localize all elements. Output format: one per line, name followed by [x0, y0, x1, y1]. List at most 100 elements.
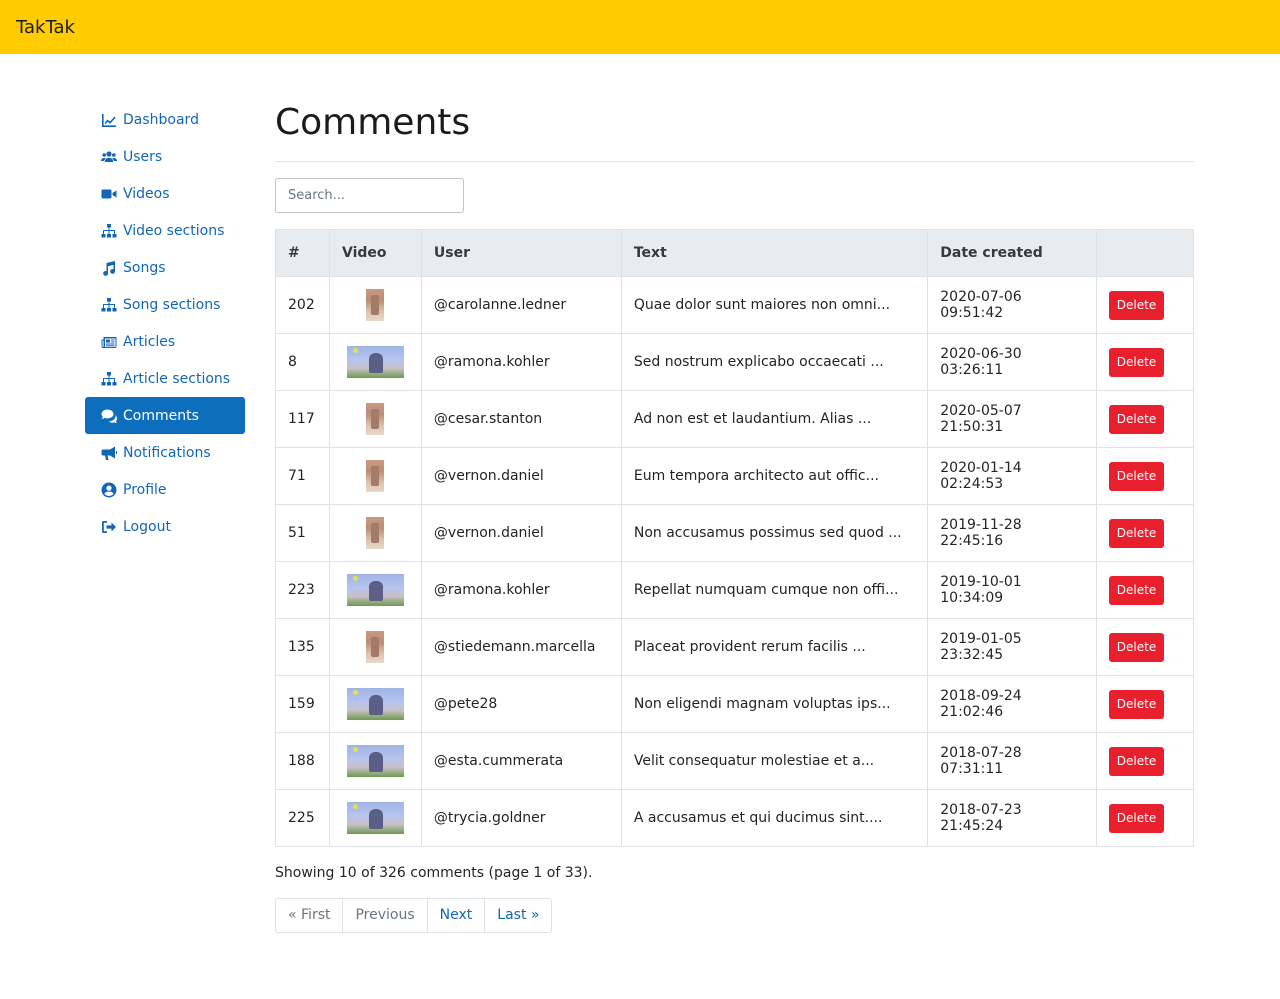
sidebar-item-profile[interactable]: Profile — [85, 471, 245, 508]
delete-button[interactable]: Delete — [1109, 347, 1165, 377]
sidebar-item-notifications[interactable]: Notifications — [85, 434, 245, 471]
sidebar-item-dashboard[interactable]: Dashboard — [85, 101, 245, 138]
sitemap-icon — [101, 371, 121, 387]
table-row: 188 @esta.cummerata Velit consequatur mole… — [275, 732, 1194, 790]
column-header-id: # — [275, 229, 330, 277]
sidebar-item-label: Users — [123, 148, 163, 165]
sidebar-item-video-sections[interactable]: Video sections — [85, 212, 245, 249]
app-brand[interactable]: TakTak — [16, 17, 75, 38]
sidebar-item-articles[interactable]: Articles — [85, 323, 245, 360]
video-thumbnail-cell — [328, 732, 422, 790]
comment-text-cell: Velit consequatur molestiae et a... — [620, 732, 929, 790]
table-row: 223 @ramona.kohler Repellat numquam cumque… — [275, 561, 1194, 619]
user-cell: @stiedemann.marcella — [420, 618, 622, 676]
video-thumbnail-cell — [328, 561, 422, 619]
user-cell: @vernon.daniel — [420, 504, 622, 562]
actions-cell: Delete — [1096, 447, 1194, 505]
table-row: 71 @vernon.daniel Eum tempora architecto a… — [275, 447, 1194, 505]
video-thumbnail-cell — [328, 447, 422, 505]
comment-id-cell: 223 — [275, 561, 330, 619]
video-thumbnail[interactable] — [366, 631, 385, 663]
sidebar-item-label: Article sections — [123, 370, 231, 387]
video-thumbnail-cell — [328, 333, 422, 391]
sidebar-item-logout[interactable]: Logout — [85, 508, 245, 545]
sidebar-item-videos[interactable]: Videos — [85, 175, 245, 212]
sidebar-item-songs[interactable]: Songs — [85, 249, 245, 286]
video-thumbnail[interactable] — [346, 688, 404, 720]
video-thumbnail[interactable] — [366, 403, 385, 435]
comment-id-cell: 8 — [275, 333, 330, 391]
actions-cell: Delete — [1096, 276, 1194, 334]
table-row: 8 @ramona.kohler Sed nostrum explicabo occ… — [275, 333, 1194, 391]
video-thumbnail[interactable] — [346, 802, 404, 834]
comment-id-cell: 159 — [275, 675, 330, 733]
column-header-user: User — [420, 229, 622, 277]
video-thumbnail-cell — [328, 789, 422, 847]
bullhorn-icon — [101, 445, 121, 461]
top-bar: TakTak — [0, 0, 1280, 54]
pagination-last[interactable]: Last » — [484, 899, 551, 932]
user-cell: @cesar.stanton — [420, 390, 622, 448]
table-row: 135 @stiedemann.marcella Placeat provident… — [275, 618, 1194, 676]
delete-button[interactable]: Delete — [1109, 290, 1165, 320]
delete-button[interactable]: Delete — [1109, 689, 1165, 719]
pagination: « First Previous Next Last » — [275, 898, 553, 933]
date-created-cell: 2020-07-06 09:51:42 — [927, 276, 1098, 334]
comment-text-cell: Placeat provident rerum facilis ... — [620, 618, 929, 676]
comments-icon — [101, 408, 121, 424]
actions-cell: Delete — [1096, 390, 1194, 448]
comment-id-cell: 225 — [275, 789, 330, 847]
delete-button[interactable]: Delete — [1109, 746, 1165, 776]
newspaper-icon — [101, 334, 121, 350]
comment-text-cell: Non accusamus possimus sed quod ... — [620, 504, 929, 562]
comment-text-cell: Sed nostrum explicabo occaecati ... — [620, 333, 929, 391]
sidebar-item-label: Logout — [123, 518, 171, 535]
table-row: 51 @vernon.daniel Non accusamus possimus s… — [275, 504, 1194, 562]
delete-button[interactable]: Delete — [1109, 518, 1165, 548]
actions-cell: Delete — [1096, 789, 1194, 847]
delete-button[interactable]: Delete — [1109, 803, 1165, 833]
delete-button[interactable]: Delete — [1109, 461, 1165, 491]
video-thumbnail-cell — [328, 618, 422, 676]
music-note-icon — [101, 260, 121, 276]
user-cell: @esta.cummerata — [420, 732, 622, 790]
sign-out-icon — [101, 519, 121, 535]
date-created-cell: 2020-06-30 03:26:11 — [927, 333, 1098, 391]
pagination-first[interactable]: « First — [276, 899, 342, 932]
date-created-cell: 2018-09-24 21:02:46 — [927, 675, 1098, 733]
delete-button[interactable]: Delete — [1109, 404, 1165, 434]
sidebar-item-label: Video sections — [123, 222, 225, 239]
video-thumbnail[interactable] — [366, 289, 385, 321]
video-thumbnail[interactable] — [366, 517, 385, 549]
sidebar-item-label: Comments — [123, 407, 199, 424]
sidebar-item-comments[interactable]: Comments — [85, 397, 245, 434]
comment-text-cell: A accusamus et qui ducimus sint.... — [620, 789, 929, 847]
pagination-next[interactable]: Next — [426, 899, 485, 932]
sidebar-item-article-sections[interactable]: Article sections — [85, 360, 245, 397]
comment-id-cell: 71 — [275, 447, 330, 505]
date-created-cell: 2019-10-01 10:34:09 — [927, 561, 1098, 619]
video-thumbnail[interactable] — [366, 460, 385, 492]
video-thumbnail[interactable] — [346, 346, 404, 378]
search-input[interactable] — [275, 178, 464, 213]
comment-text-cell: Quae dolor sunt maiores non omni... — [620, 276, 929, 334]
delete-button[interactable]: Delete — [1109, 632, 1165, 662]
video-thumbnail-cell — [328, 390, 422, 448]
comments-table: # Video User Text Date created 202 @carol… — [275, 229, 1194, 847]
sidebar-item-song-sections[interactable]: Song sections — [85, 286, 245, 323]
sitemap-icon — [101, 297, 121, 313]
sidebar-nav: Dashboard Users Videos Video sections Songs S… — [85, 101, 245, 545]
delete-button[interactable]: Delete — [1109, 575, 1165, 605]
sidebar-item-label: Notifications — [123, 444, 211, 461]
main-content: Comments # Video User Text Date created … — [275, 100, 1194, 933]
video-thumbnail[interactable] — [346, 574, 404, 606]
video-thumbnail-cell — [328, 504, 422, 562]
actions-cell: Delete — [1096, 561, 1194, 619]
pagination-previous[interactable]: Previous — [342, 899, 426, 932]
sidebar-item-label: Dashboard — [123, 111, 199, 128]
date-created-cell: 2020-01-14 02:24:53 — [927, 447, 1098, 505]
sidebar-item-users[interactable]: Users — [85, 138, 245, 175]
sidebar-item-label: Songs — [123, 259, 166, 276]
video-thumbnail[interactable] — [346, 745, 404, 777]
video-thumbnail-cell — [328, 276, 422, 334]
